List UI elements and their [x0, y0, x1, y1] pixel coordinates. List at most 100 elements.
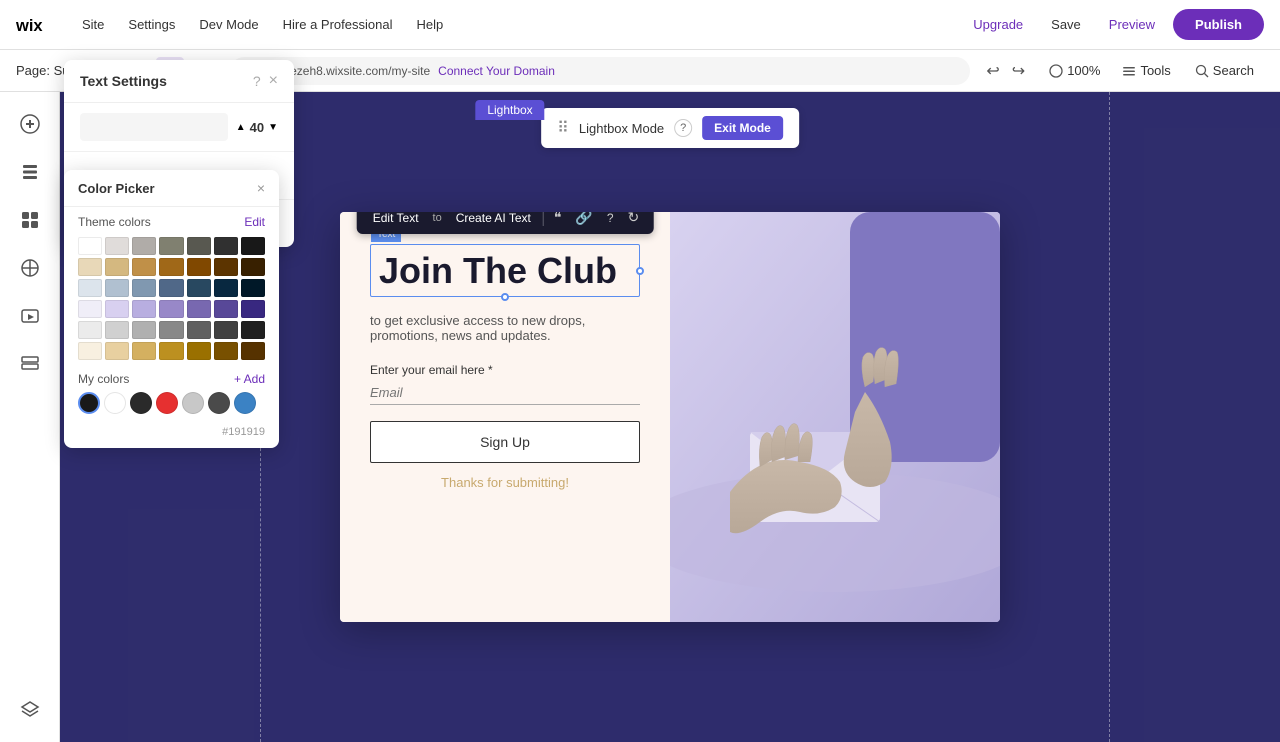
swatch[interactable] [214, 237, 238, 255]
swatch[interactable] [78, 321, 102, 339]
my-swatch-lightgray[interactable] [182, 392, 204, 414]
search-button[interactable]: Search [1185, 58, 1264, 83]
swatch[interactable] [159, 279, 183, 297]
publish-button[interactable]: Publish [1173, 9, 1264, 40]
toolbar-link-icon[interactable]: 🔗 [569, 212, 598, 230]
swatch[interactable] [132, 279, 156, 297]
swatch[interactable] [187, 342, 211, 360]
my-swatch-red[interactable] [156, 392, 178, 414]
swatch[interactable] [105, 342, 129, 360]
email-input[interactable] [370, 381, 640, 405]
swatch[interactable] [159, 321, 183, 339]
panel-close-icon[interactable]: × [269, 72, 278, 90]
swatch[interactable] [78, 342, 102, 360]
sidebar-layers-icon[interactable] [10, 690, 50, 730]
swatch[interactable] [132, 321, 156, 339]
toolbar-quote-icon[interactable]: ❝ [548, 212, 568, 230]
swatch[interactable] [132, 237, 156, 255]
swatch[interactable] [105, 279, 129, 297]
cp-add-color-button[interactable]: + Add [234, 372, 265, 386]
sidebar-media-icon[interactable] [10, 296, 50, 336]
swatch-row-4 [78, 300, 265, 318]
sidebar-elements-icon[interactable] [10, 248, 50, 288]
undo-button[interactable]: ↩ [982, 59, 1003, 83]
tools-button[interactable]: Tools [1112, 58, 1180, 83]
nav-help[interactable]: Help [406, 11, 453, 38]
swatch[interactable] [187, 279, 211, 297]
create-ai-text-button[interactable]: Create AI Text [448, 212, 539, 229]
sidebar-apps-icon[interactable] [10, 200, 50, 240]
my-swatch-darkgray[interactable] [130, 392, 152, 414]
swatch[interactable] [187, 258, 211, 276]
swatch[interactable] [105, 300, 129, 318]
sidebar-pages-icon[interactable] [10, 152, 50, 192]
my-swatch-white[interactable] [104, 392, 126, 414]
swatch[interactable] [132, 258, 156, 276]
my-swatch-blue[interactable] [234, 392, 256, 414]
swatch[interactable] [78, 300, 102, 318]
swatch[interactable] [105, 258, 129, 276]
nav-devmode[interactable]: Dev Mode [189, 11, 268, 38]
swatch[interactable] [214, 321, 238, 339]
selection-handle-bottom [501, 293, 509, 301]
lightbox-tab-label[interactable]: Lightbox [475, 100, 544, 120]
swatch[interactable] [159, 237, 183, 255]
chevron-up-icon[interactable]: ▲ [236, 122, 246, 133]
swatch[interactable] [159, 258, 183, 276]
exit-mode-button[interactable]: Exit Mode [702, 116, 783, 140]
my-swatch-gray[interactable] [208, 392, 230, 414]
nav-settings[interactable]: Settings [118, 11, 185, 38]
swatch[interactable] [241, 237, 265, 255]
swatch[interactable] [159, 300, 183, 318]
panel-header-icons: ? × [253, 72, 278, 90]
panel-title: Text Settings [80, 73, 167, 89]
cp-hex-row: #191919 [64, 422, 279, 448]
toolbar-help-icon[interactable]: ? [601, 212, 620, 229]
edit-text-button[interactable]: Edit Text [365, 212, 427, 229]
sidebar-sections-icon[interactable] [10, 344, 50, 384]
cp-close-button[interactable]: × [257, 180, 265, 196]
signup-button[interactable]: Sign Up [370, 421, 640, 463]
swatch[interactable] [214, 279, 238, 297]
swatch[interactable] [187, 237, 211, 255]
connect-domain-link[interactable]: Connect Your Domain [438, 64, 555, 78]
swatch[interactable] [78, 279, 102, 297]
lightbox-mode-label: Lightbox Mode [579, 121, 664, 136]
title-text-wrapper[interactable]: Text Join The Club Edit Text to Create A… [370, 244, 640, 297]
chevron-down-icon2[interactable]: ▼ [268, 122, 278, 133]
swatch[interactable] [105, 321, 129, 339]
swatch[interactable] [241, 342, 265, 360]
swatch[interactable] [241, 258, 265, 276]
redo-button[interactable]: ↪ [1008, 59, 1029, 83]
upgrade-button[interactable]: Upgrade [963, 11, 1033, 38]
swatch[interactable] [187, 321, 211, 339]
nav-site[interactable]: Site [72, 11, 114, 38]
swatch[interactable] [132, 300, 156, 318]
swatch[interactable] [241, 321, 265, 339]
my-swatch-black[interactable] [78, 392, 100, 414]
swatch[interactable] [214, 258, 238, 276]
swatch[interactable] [159, 342, 183, 360]
swatch[interactable] [187, 300, 211, 318]
swatch[interactable] [132, 342, 156, 360]
swatch[interactable] [78, 237, 102, 255]
lightbox-help-icon[interactable]: ? [674, 119, 692, 137]
panel-help-icon[interactable]: ? [253, 73, 261, 89]
zoom-control[interactable]: 100% [1041, 58, 1108, 83]
swatch[interactable] [241, 279, 265, 297]
sidebar-add-icon[interactable] [10, 104, 50, 144]
swatch[interactable] [214, 300, 238, 318]
cp-edit-link[interactable]: Edit [244, 215, 265, 229]
swatch[interactable] [78, 258, 102, 276]
toolbar-refresh-icon[interactable]: ↻ [622, 212, 646, 230]
save-button[interactable]: Save [1041, 11, 1091, 38]
lightbox-mode-bar: ⠿ Lightbox Mode ? Exit Mode [541, 108, 799, 148]
swatch[interactable] [241, 300, 265, 318]
drag-handle-icon[interactable]: ⠿ [557, 118, 569, 138]
swatch[interactable] [105, 237, 129, 255]
swatch[interactable] [214, 342, 238, 360]
preview-button[interactable]: Preview [1099, 11, 1165, 38]
url-bar[interactable]: https://faezeh8.wixsite.com/my-site Conn… [230, 57, 970, 85]
nav-hire[interactable]: Hire a Professional [273, 11, 403, 38]
font-family-selector[interactable] [80, 113, 228, 141]
